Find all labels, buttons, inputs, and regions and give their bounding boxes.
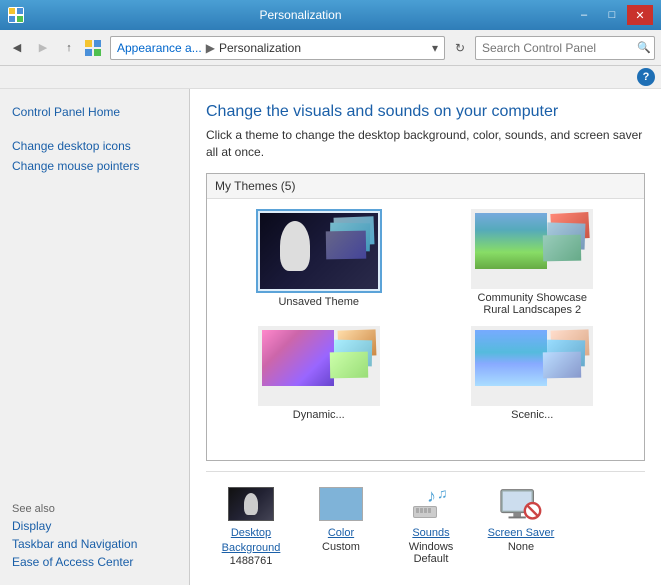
sounds-svg: ♪ ♫ xyxy=(409,486,453,522)
restore-button[interactable]: □ xyxy=(599,5,625,25)
preview-d-stack3 xyxy=(330,351,368,378)
theme-preview-community xyxy=(471,209,593,289)
theme-preview-selected-wrapper xyxy=(256,209,382,293)
color-label: Color xyxy=(328,526,354,540)
preview-stack3 xyxy=(326,230,366,259)
search-icon: 🔍 xyxy=(637,41,651,54)
address-path[interactable]: Appearance a... ▶ Personalization ▾ xyxy=(110,36,445,60)
color-icon xyxy=(317,484,365,524)
sidebar: Control Panel Home Change desktop icons … xyxy=(0,89,190,585)
main-layout: Control Panel Home Change desktop icons … xyxy=(0,89,661,585)
svg-text:♪: ♪ xyxy=(427,486,436,506)
preview-stack3 xyxy=(543,234,581,261)
screensaver-sublabel: None xyxy=(508,541,534,553)
theme-preview-scenic xyxy=(471,326,593,406)
preview-dynamic-bg xyxy=(262,330,334,386)
search-input[interactable] xyxy=(482,41,637,55)
back-button[interactable]: ◀ xyxy=(6,37,28,59)
see-also-label: See also xyxy=(12,503,177,515)
theme-scenic[interactable]: Scenic... xyxy=(431,326,635,421)
app-icon xyxy=(8,7,24,23)
sounds-item[interactable]: ♪ ♫ Sounds Windows Default xyxy=(386,480,476,571)
close-button[interactable]: ✕ xyxy=(627,5,653,25)
page-title: Change the visuals and sounds on your co… xyxy=(206,103,645,121)
desktop-background-icon xyxy=(227,484,275,524)
theme-unsaved[interactable]: Unsaved Theme xyxy=(217,209,421,316)
sidebar-change-mouse-pointers[interactable]: Change mouse pointers xyxy=(12,159,177,173)
theme-label-scenic: Scenic... xyxy=(511,409,553,421)
screensaver-svg xyxy=(497,485,545,523)
sounds-sublabel: Windows Default xyxy=(390,541,472,565)
themes-panel: My Themes (5) xyxy=(206,173,645,462)
sidebar-taskbar-navigation[interactable]: Taskbar and Navigation xyxy=(12,537,177,551)
theme-label-dynamic: Dynamic... xyxy=(293,409,345,421)
breadcrumb-sep: ▶ xyxy=(206,41,215,55)
titlebar: Personalization – □ ✕ xyxy=(0,0,661,30)
minimize-button[interactable]: – xyxy=(571,5,597,25)
desktop-bg-preview xyxy=(228,487,274,521)
page-description: Click a theme to change the desktop back… xyxy=(206,127,645,161)
theme-community[interactable]: Community Showcase Rural Landscapes 2 xyxy=(431,209,635,316)
breadcrumb-parent[interactable]: Appearance a... xyxy=(117,41,202,55)
dropdown-arrow[interactable]: ▾ xyxy=(432,41,438,55)
see-also-section: See also Display Taskbar and Navigation … xyxy=(12,487,177,569)
color-sublabel: Custom xyxy=(322,541,360,553)
bottom-bar: DesktopBackground 1488761 Color Custom xyxy=(206,471,645,571)
themes-header: My Themes (5) xyxy=(207,174,644,199)
screensaver-label: Screen Saver xyxy=(488,526,555,540)
breadcrumb-current: Personalization xyxy=(219,41,301,55)
window-controls: – □ ✕ xyxy=(571,5,653,25)
themes-grid-container[interactable]: Unsaved Theme Community Showcase Rural xyxy=(207,199,644,461)
desktop-background-item[interactable]: DesktopBackground 1488761 xyxy=(206,480,296,571)
themes-grid: Unsaved Theme Community Showcase Rural xyxy=(207,199,644,431)
sidebar-ease-of-access[interactable]: Ease of Access Center xyxy=(12,555,177,569)
theme-preview-dynamic xyxy=(258,326,380,406)
sidebar-control-panel-home[interactable]: Control Panel Home xyxy=(12,105,177,119)
sidebar-change-desktop-icons[interactable]: Change desktop icons xyxy=(12,139,177,153)
location-icon xyxy=(84,39,102,57)
color-swatch xyxy=(319,487,363,521)
screensaver-icon xyxy=(497,484,545,524)
sounds-icon: ♪ ♫ xyxy=(407,484,455,524)
desktop-background-label: DesktopBackground xyxy=(222,526,281,555)
desktop-background-sublabel: 1488761 xyxy=(230,555,273,567)
astronaut-mini xyxy=(244,493,258,515)
refresh-button[interactable]: ↻ xyxy=(449,37,471,59)
search-box: 🔍 xyxy=(475,36,655,60)
content-area: Change the visuals and sounds on your co… xyxy=(190,89,661,585)
forward-button[interactable]: ▶ xyxy=(32,37,54,59)
color-item[interactable]: Color Custom xyxy=(296,480,386,571)
theme-dynamic[interactable]: Dynamic... xyxy=(217,326,421,421)
preview-landscape xyxy=(475,213,547,269)
svg-text:♫: ♫ xyxy=(437,486,448,501)
preview-s-stack3 xyxy=(543,351,581,378)
theme-preview-unsaved xyxy=(260,213,378,289)
preview-scenic-bg xyxy=(475,330,547,386)
help-area: ? xyxy=(0,66,661,89)
sidebar-display[interactable]: Display xyxy=(12,519,177,533)
help-button[interactable]: ? xyxy=(637,68,655,86)
astronaut-body xyxy=(280,221,310,271)
window-title: Personalization xyxy=(30,8,571,22)
screensaver-item[interactable]: Screen Saver None xyxy=(476,480,566,571)
sounds-label: Sounds xyxy=(412,526,449,540)
theme-label-community: Community Showcase Rural Landscapes 2 xyxy=(478,292,587,316)
theme-label-unsaved: Unsaved Theme xyxy=(278,296,359,308)
up-button[interactable]: ↑ xyxy=(58,37,80,59)
addressbar: ◀ ▶ ↑ Appearance a... ▶ Personalization … xyxy=(0,30,661,66)
